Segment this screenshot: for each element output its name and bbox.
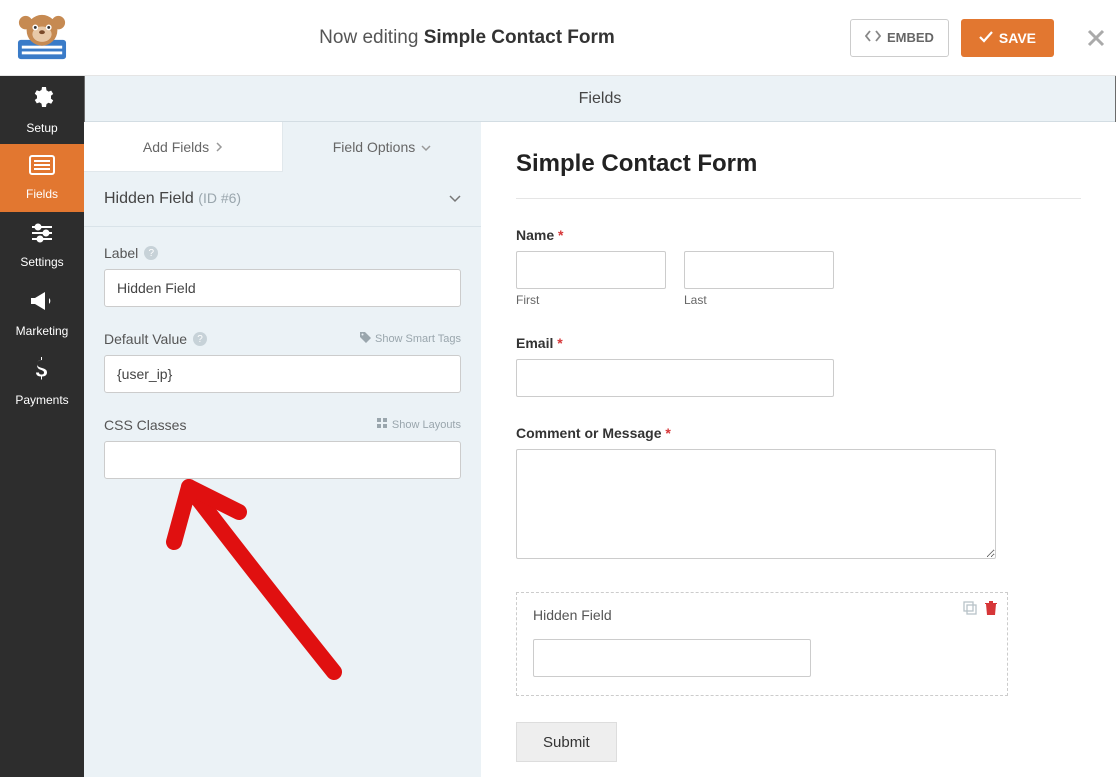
help-icon[interactable]: ? — [144, 246, 158, 260]
field-id: (ID #6) — [198, 190, 241, 206]
megaphone-icon — [29, 290, 55, 318]
show-layouts-link[interactable]: Show Layouts — [377, 418, 461, 432]
close-button[interactable] — [1076, 29, 1116, 47]
required-mark: * — [558, 227, 563, 243]
default-value-input[interactable] — [104, 355, 461, 393]
last-sublabel: Last — [684, 293, 834, 307]
tab-field-options-label: Field Options — [333, 139, 415, 155]
sliders-icon — [30, 223, 54, 249]
field-header-title: Hidden Field (ID #6) — [104, 190, 241, 208]
nav-marketing-label: Marketing — [16, 324, 69, 338]
default-value-label: Default Value ? — [104, 331, 207, 347]
nav-fields-label: Fields — [26, 187, 58, 201]
first-sublabel: First — [516, 293, 666, 307]
field-options-panel: Add Fields Field Options Hidden Field (I… — [84, 122, 481, 777]
dollar-icon — [34, 357, 50, 387]
save-label: SAVE — [999, 30, 1036, 46]
chevron-right-icon — [215, 139, 223, 155]
hidden-field-input[interactable] — [533, 639, 811, 677]
editing-prefix: Now editing — [319, 27, 424, 48]
tab-add-fields-label: Add Fields — [143, 139, 209, 155]
form-preview: Simple Contact Form Name * First Last — [481, 122, 1116, 777]
left-nav: Setup Fields Settings Marketing Payments — [0, 76, 84, 777]
main-area: Fields Add Fields Field Options — [84, 76, 1116, 777]
list-icon — [29, 155, 55, 181]
columns: Add Fields Field Options Hidden Field (I… — [84, 122, 1116, 777]
hidden-field-block[interactable]: Hidden Field — [516, 592, 1008, 696]
nav-fields[interactable]: Fields — [0, 144, 84, 212]
comment-textarea[interactable] — [516, 449, 996, 559]
code-icon — [865, 29, 881, 46]
label-label: Label ? — [104, 245, 461, 261]
email-field: Email * — [516, 335, 1081, 397]
nav-payments[interactable]: Payments — [0, 348, 84, 416]
email-label: Email * — [516, 335, 1081, 351]
grid-icon — [377, 418, 388, 432]
trash-icon[interactable] — [985, 601, 997, 620]
submit-button[interactable]: Submit — [516, 722, 617, 762]
comment-label: Comment or Message * — [516, 425, 1081, 441]
nav-marketing[interactable]: Marketing — [0, 280, 84, 348]
comment-field: Comment or Message * — [516, 425, 1081, 564]
last-name-input[interactable] — [684, 251, 834, 289]
label-section: Label ? — [84, 227, 481, 313]
nav-setup[interactable]: Setup — [0, 76, 84, 144]
help-icon[interactable]: ? — [193, 332, 207, 346]
nav-settings-label: Settings — [20, 255, 63, 269]
chevron-down-icon — [449, 190, 461, 208]
field-header[interactable]: Hidden Field (ID #6) — [84, 172, 481, 227]
name-label: Name * — [516, 227, 1081, 243]
css-classes-label: CSS Classes — [104, 417, 186, 433]
nav-settings[interactable]: Settings — [0, 212, 84, 280]
header-buttons: EMBED SAVE — [850, 19, 1054, 57]
editing-title: Now editing Simple Contact Form — [84, 27, 850, 49]
first-name-input[interactable] — [516, 251, 666, 289]
divider — [516, 198, 1081, 199]
chevron-down-icon — [421, 139, 431, 155]
annotation-arrow — [144, 452, 404, 712]
default-value-section: Default Value ? Show Smart Tags — [84, 313, 481, 399]
app-logo — [0, 0, 84, 76]
embed-label: EMBED — [887, 30, 934, 45]
top-header: Now editing Simple Contact Form EMBED SA… — [0, 0, 1116, 76]
fields-titlebar: Fields — [85, 76, 1115, 122]
label-input[interactable] — [104, 269, 461, 307]
tab-field-options[interactable]: Field Options — [283, 122, 481, 172]
panel-tabs: Add Fields Field Options — [84, 122, 481, 172]
editing-form-name: Simple Contact Form — [424, 27, 615, 48]
embed-button[interactable]: EMBED — [850, 19, 949, 57]
form-title: Simple Contact Form — [516, 150, 1081, 178]
hidden-field-label: Hidden Field — [533, 607, 991, 623]
duplicate-icon[interactable] — [963, 601, 977, 620]
required-mark: * — [665, 425, 670, 441]
name-field: Name * First Last — [516, 227, 1081, 307]
preview-wrap: Simple Contact Form Name * First Last — [481, 122, 1116, 777]
check-icon — [979, 30, 993, 46]
required-mark: * — [557, 335, 562, 351]
save-button[interactable]: SAVE — [961, 19, 1054, 57]
css-classes-section: CSS Classes Show Layouts — [84, 399, 481, 485]
email-input[interactable] — [516, 359, 834, 397]
tab-add-fields[interactable]: Add Fields — [84, 122, 283, 172]
gear-icon — [30, 85, 54, 115]
css-classes-input[interactable] — [104, 441, 461, 479]
nav-setup-label: Setup — [26, 121, 57, 135]
tag-icon — [360, 332, 371, 346]
nav-payments-label: Payments — [15, 393, 68, 407]
show-smart-tags-link[interactable]: Show Smart Tags — [360, 332, 461, 346]
